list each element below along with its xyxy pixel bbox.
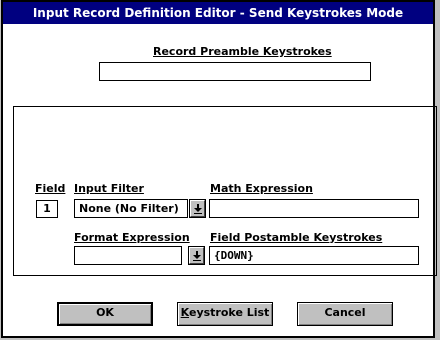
- format-expression-label: Format Expression: [74, 231, 190, 244]
- input-filter-dropdown-button[interactable]: [189, 199, 206, 218]
- down-arrow-icon: [193, 251, 201, 261]
- ok-button[interactable]: OK: [57, 302, 153, 326]
- input-filter-label: Input Filter: [74, 182, 144, 195]
- cancel-button-label: Cancel: [324, 306, 366, 319]
- format-expression-dropdown-button[interactable]: [188, 246, 205, 265]
- field-number: 1: [36, 200, 58, 218]
- preamble-label: Record Preamble Keystrokes: [153, 45, 332, 58]
- input-filter-select[interactable]: None (No Filter): [74, 199, 188, 218]
- math-expression-label: Math Expression: [210, 182, 313, 195]
- format-expression-select[interactable]: [74, 246, 182, 265]
- keystroke-list-mnemonic: K: [180, 306, 189, 319]
- math-expression-input[interactable]: [209, 199, 419, 218]
- title-bar: Input Record Definition Editor - Send Ke…: [3, 2, 433, 24]
- postamble-input[interactable]: {DOWN}: [209, 246, 419, 265]
- preamble-input[interactable]: [99, 62, 371, 81]
- ok-button-label: OK: [96, 306, 114, 319]
- keystroke-list-button[interactable]: Keystroke List: [177, 302, 273, 326]
- editor-window: Input Record Definition Editor - Send Ke…: [1, 0, 437, 338]
- field-label: Field: [35, 182, 66, 195]
- down-arrow-icon: [194, 204, 202, 214]
- cancel-button[interactable]: Cancel: [297, 302, 393, 326]
- window-title: Input Record Definition Editor - Send Ke…: [32, 6, 404, 20]
- keystroke-list-label: eystroke List: [189, 306, 270, 319]
- postamble-label: Field Postamble Keystrokes: [210, 231, 383, 244]
